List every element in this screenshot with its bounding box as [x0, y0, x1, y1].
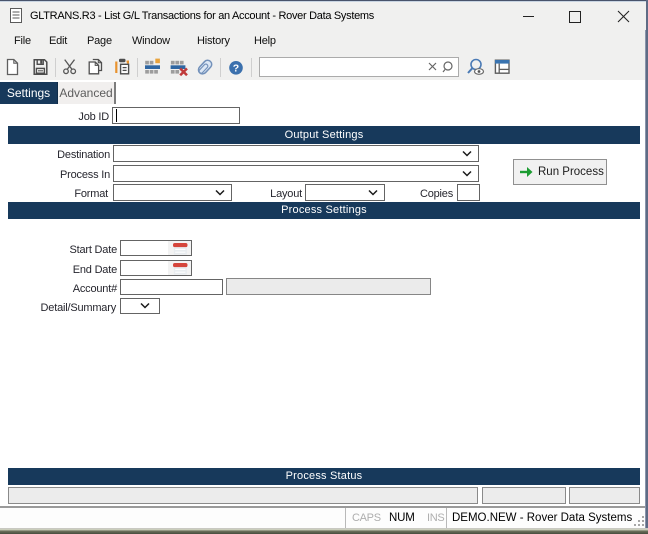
- svg-text:?: ?: [233, 63, 239, 75]
